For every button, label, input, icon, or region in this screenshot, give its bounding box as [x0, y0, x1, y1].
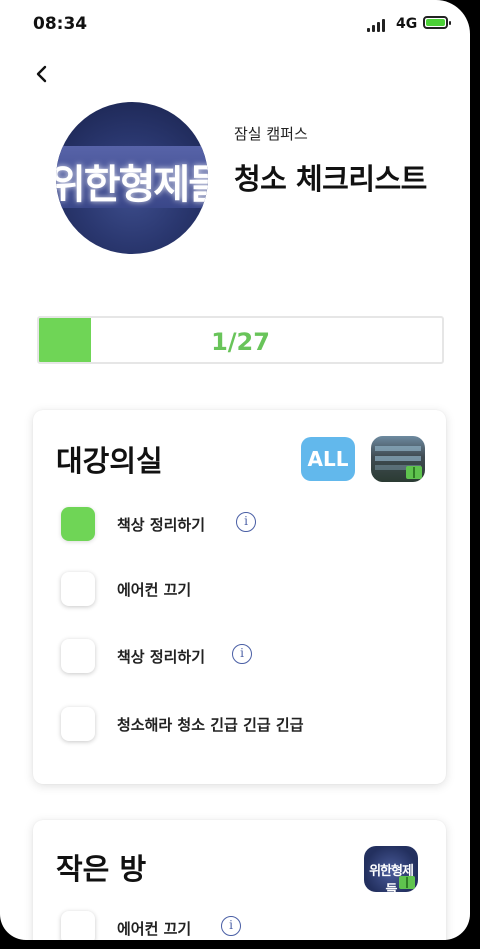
section-photo[interactable]	[371, 436, 425, 482]
checkbox[interactable]	[61, 639, 95, 673]
section-title: 작은 방	[56, 852, 147, 886]
item-label: 에어컨 끄기	[117, 581, 192, 599]
info-icon[interactable]: i	[221, 916, 241, 936]
section-photo[interactable]: 위한형제들	[364, 846, 418, 892]
book-icon	[399, 876, 415, 889]
section-title: 대강의실	[56, 444, 163, 478]
item-label: 책상 정리하기	[117, 516, 206, 534]
campus-name: 잠실 캠퍼스	[234, 125, 308, 143]
phone-screen: 08:34 4G 위한형제들 잠실 캠퍼스 청소 체크리스트 1/27 대강의실…	[0, 0, 470, 940]
checkbox[interactable]	[61, 572, 95, 606]
section-card-small-room: 작은 방 위한형제들 에어컨 끄기 i	[33, 820, 446, 940]
back-button[interactable]	[30, 62, 56, 88]
battery-icon	[423, 16, 451, 29]
item-label: 청소해라 청소 긴급 긴급 긴급	[117, 716, 304, 734]
info-icon[interactable]: i	[232, 644, 252, 664]
logo-text: 위한형제들	[56, 162, 208, 208]
all-button[interactable]: ALL	[301, 437, 355, 481]
info-icon[interactable]: i	[236, 512, 256, 532]
status-time: 08:34	[33, 14, 88, 34]
chevron-left-icon	[36, 65, 47, 83]
section-card-large-classroom: 대강의실 ALL 책상 정리하기 i 에어컨 끄기 책상 정리하기 i 청소해라…	[33, 410, 446, 784]
checklist-item[interactable]: 에어컨 끄기 i	[61, 911, 431, 940]
checklist-item[interactable]: 에어컨 끄기	[61, 572, 431, 612]
checkbox[interactable]	[61, 911, 95, 940]
book-icon	[406, 466, 422, 479]
network-label: 4G	[396, 16, 418, 32]
progress-label: 1/27	[211, 328, 270, 356]
page-title: 청소 체크리스트	[234, 162, 427, 196]
progress-bar: 1/27	[37, 316, 444, 364]
checklist-item[interactable]: 청소해라 청소 긴급 긴급 긴급	[61, 707, 431, 747]
item-label: 책상 정리하기	[117, 648, 206, 666]
status-bar: 08:34 4G	[0, 0, 470, 50]
checklist-item[interactable]: 책상 정리하기 i	[61, 639, 431, 679]
signal-icon	[367, 18, 389, 32]
checklist-item[interactable]: 책상 정리하기 i	[61, 507, 431, 547]
item-label: 에어컨 끄기	[117, 920, 192, 938]
checkbox-checked[interactable]	[61, 507, 95, 541]
checkbox[interactable]	[61, 707, 95, 741]
campus-logo: 위한형제들	[56, 102, 208, 254]
